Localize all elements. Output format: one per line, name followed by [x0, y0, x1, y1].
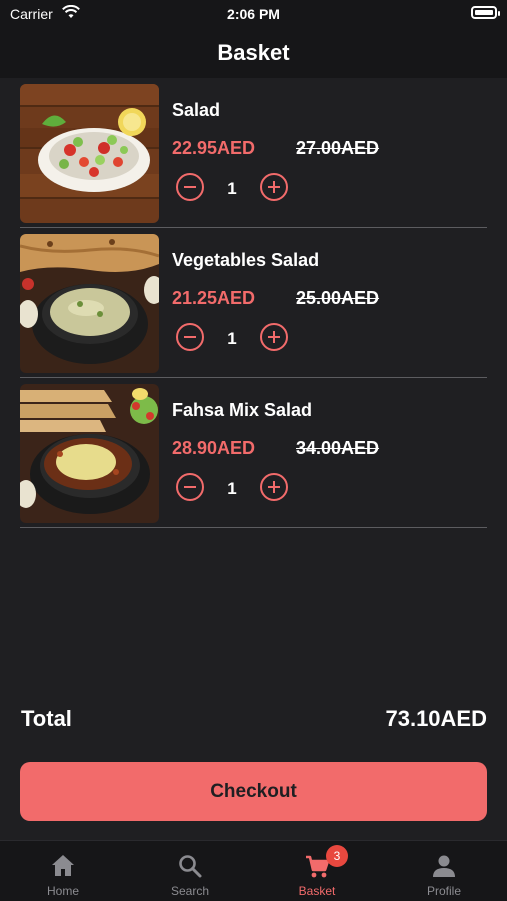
battery-icon: [471, 6, 500, 19]
item-name: Vegetables Salad: [172, 250, 320, 270]
search-icon: [179, 855, 202, 878]
checkout-button[interactable]: Checkout: [20, 762, 487, 821]
tab-label: Search: [170, 884, 210, 898]
increase-quantity-button[interactable]: [260, 173, 288, 201]
tab-basket[interactable]: 3 Basket: [254, 841, 380, 901]
item-price: 21.25AED: [172, 288, 256, 308]
item-price: 22.95AED: [172, 138, 256, 158]
item-quantity: 1: [227, 179, 237, 198]
increase-quantity-button[interactable]: [260, 323, 288, 351]
tab-profile[interactable]: Profile: [381, 841, 507, 901]
page-title: Basket: [217, 40, 290, 65]
salad-image: [20, 84, 159, 223]
item-old-price: 25.00AED: [296, 288, 380, 308]
status-bar: Carrier 2:06 PM: [0, 0, 507, 28]
basket-item: Fahsa Mix Salad 28.90AED 34.00AED 1: [20, 378, 487, 528]
decrease-quantity-button[interactable]: [176, 173, 204, 201]
tab-label: Basket: [298, 884, 336, 898]
item-quantity: 1: [227, 329, 237, 348]
basket-item: Salad 22.95AED 27.00AED 1: [20, 78, 487, 228]
cart-count-badge: 3: [326, 845, 348, 867]
tab-search[interactable]: Search: [127, 841, 253, 901]
item-name: Salad: [172, 100, 221, 120]
decrease-quantity-button[interactable]: [176, 473, 204, 501]
tab-home[interactable]: Home: [0, 841, 126, 901]
tab-label: Home: [46, 884, 79, 898]
increase-quantity-button[interactable]: [260, 473, 288, 501]
decrease-quantity-button[interactable]: [176, 323, 204, 351]
tab-bar: Home Search 3 Basket Profile: [0, 840, 507, 901]
item-old-price: 27.00AED: [296, 138, 380, 158]
clock: 2:06 PM: [227, 6, 280, 22]
nav-bar: Basket: [0, 28, 507, 78]
item-price: 28.90AED: [172, 438, 256, 458]
tab-label: Profile: [426, 884, 461, 898]
vegetables-salad-image: [20, 234, 159, 373]
item-old-price: 34.00AED: [296, 438, 380, 458]
total-value: 73.10AED: [385, 706, 487, 731]
total-label: Total: [21, 706, 72, 731]
item-name: Fahsa Mix Salad: [172, 400, 313, 420]
basket-item: Vegetables Salad 21.25AED 25.00AED 1: [20, 228, 487, 378]
item-quantity: 1: [227, 479, 237, 498]
fahsa-mix-salad-image: [20, 384, 159, 523]
home-icon: [52, 855, 74, 876]
profile-icon: [433, 855, 455, 877]
